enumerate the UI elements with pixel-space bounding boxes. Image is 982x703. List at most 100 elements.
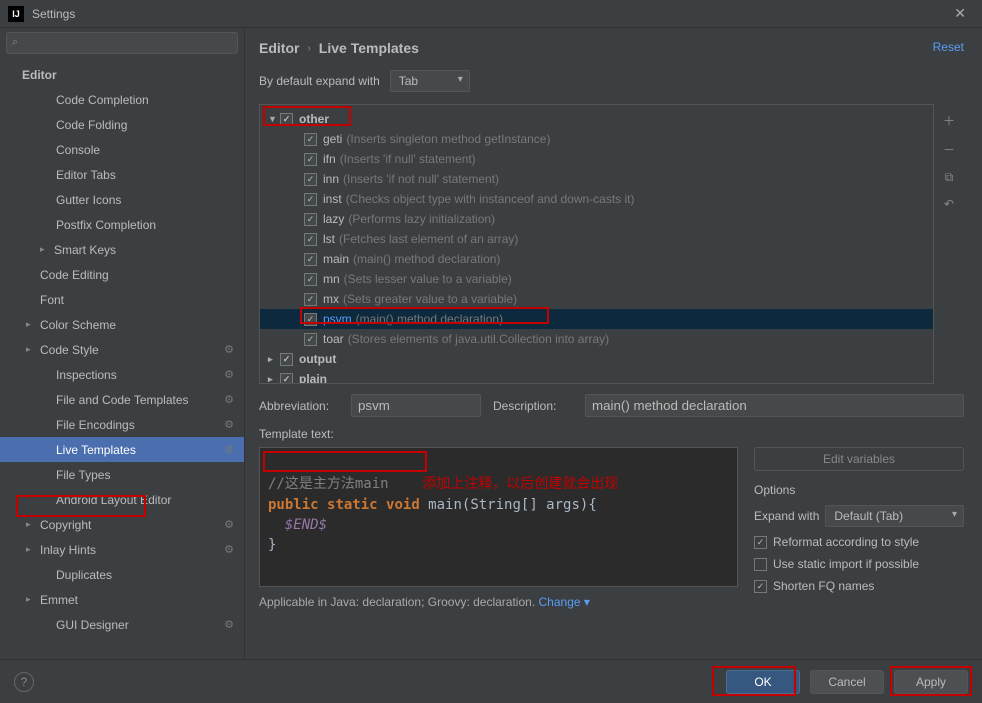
sidebar-item-inlay-hints[interactable]: ▸Inlay Hints⚙ [0, 537, 244, 562]
abbreviation-input[interactable] [351, 394, 481, 417]
template-mn[interactable]: ✓mn (Sets lesser value to a variable) [260, 269, 933, 289]
sidebar-item-code-style[interactable]: ▸Code Style⚙ [0, 337, 244, 362]
group-output[interactable]: ▸✓output [260, 349, 933, 369]
gear-icon: ⚙ [224, 618, 234, 631]
cancel-button[interactable]: Cancel [810, 670, 884, 694]
template-lazy[interactable]: ✓lazy (Performs lazy initialization) [260, 209, 933, 229]
dialog-footer: ? OK Cancel Apply [0, 659, 982, 703]
chevron-right-icon: › [307, 43, 310, 54]
sidebar-item-console[interactable]: Console [0, 137, 244, 162]
description-label: Description: [493, 399, 573, 413]
add-icon[interactable]: ＋ [943, 112, 955, 129]
checkbox-inst[interactable]: ✓ [304, 193, 317, 206]
expand-with-label: Expand with [754, 509, 819, 523]
sidebar-item-code-completion[interactable]: Code Completion [0, 87, 244, 112]
checkbox-reformat[interactable]: ✓ [754, 536, 767, 549]
chevron-right-icon: ▸ [26, 519, 36, 530]
expand-with-combo[interactable]: Default (Tab) [825, 505, 964, 527]
sidebar-item-code-editing[interactable]: Code Editing [0, 262, 244, 287]
change-link[interactable]: Change ▾ [539, 595, 590, 609]
description-input[interactable] [585, 394, 964, 417]
checkbox-geti[interactable]: ✓ [304, 133, 317, 146]
sidebar-item-android-layout-editor[interactable]: Android Layout Editor [0, 487, 244, 512]
sidebar-item-live-templates[interactable]: Live Templates⚙ [0, 437, 244, 462]
template-toar[interactable]: ✓toar (Stores elements of java.util.Coll… [260, 329, 933, 349]
ok-button[interactable]: OK [726, 670, 800, 694]
sidebar-item-file-encodings[interactable]: File Encodings⚙ [0, 412, 244, 437]
checkbox-toar[interactable]: ✓ [304, 333, 317, 346]
remove-icon[interactable]: － [943, 141, 955, 158]
checkbox-ifn[interactable]: ✓ [304, 153, 317, 166]
breadcrumb-editor[interactable]: Editor [259, 40, 299, 56]
checkbox-inn[interactable]: ✓ [304, 173, 317, 186]
sidebar-item-file-types[interactable]: File Types [0, 462, 244, 487]
gear-icon: ⚙ [224, 418, 234, 431]
expand-combo[interactable]: Tab [390, 70, 470, 92]
reset-link[interactable]: Reset [933, 40, 964, 54]
chevron-right-icon: ▸ [40, 244, 50, 255]
main-panel: Editor › Live Templates Reset By default… [245, 28, 982, 659]
expand-label: By default expand with [259, 74, 380, 88]
abbreviation-label: Abbreviation: [259, 399, 339, 413]
sidebar-item-editor-tabs[interactable]: Editor Tabs [0, 162, 244, 187]
template-mx[interactable]: ✓mx (Sets greater value to a variable) [260, 289, 933, 309]
settings-tree: Editor Code CompletionCode FoldingConsol… [0, 58, 244, 659]
gear-icon: ⚙ [224, 543, 234, 556]
gear-icon: ⚙ [224, 393, 234, 406]
checkbox-static-import[interactable] [754, 558, 767, 571]
sidebar-item-smart-keys[interactable]: ▸Smart Keys [0, 237, 244, 262]
sidebar-item-color-scheme[interactable]: ▸Color Scheme [0, 312, 244, 337]
sidebar-item-copyright[interactable]: ▸Copyright⚙ [0, 512, 244, 537]
checkbox-lazy[interactable]: ✓ [304, 213, 317, 226]
settings-sidebar: ⌕ Editor Code CompletionCode FoldingCons… [0, 28, 245, 659]
apply-button[interactable]: Apply [894, 670, 968, 694]
search-icon: ⌕ [12, 36, 18, 49]
checkbox-mx[interactable]: ✓ [304, 293, 317, 306]
template-main[interactable]: ✓main (main() method declaration) [260, 249, 933, 269]
template-inst[interactable]: ✓inst (Checks object type with instanceo… [260, 189, 933, 209]
group-other[interactable]: ▼ ✓ other [260, 109, 933, 129]
checkbox-main[interactable]: ✓ [304, 253, 317, 266]
undo-icon[interactable]: ↶ [944, 197, 954, 211]
template-lst[interactable]: ✓lst (Fetches last element of an array) [260, 229, 933, 249]
breadcrumb-live-templates: Live Templates [319, 40, 419, 56]
close-icon[interactable]: ✕ [946, 3, 974, 24]
checkbox-psvm[interactable]: ✓ [304, 313, 317, 326]
sidebar-item-file-and-code-templates[interactable]: File and Code Templates⚙ [0, 387, 244, 412]
template-geti[interactable]: ✓geti (Inserts singleton method getInsta… [260, 129, 933, 149]
checkbox-shorten[interactable]: ✓ [754, 580, 767, 593]
copy-icon[interactable]: ⧉ [945, 170, 954, 185]
applicable-context: Applicable in Java: declaration; Groovy:… [259, 595, 964, 609]
tree-root-editor[interactable]: Editor [0, 62, 244, 87]
checkbox-mn[interactable]: ✓ [304, 273, 317, 286]
gear-icon: ⚙ [224, 343, 234, 356]
window-title: Settings [32, 7, 75, 21]
template-psvm[interactable]: ✓psvm (main() method declaration) [260, 309, 933, 329]
sidebar-item-gui-designer[interactable]: GUI Designer⚙ [0, 612, 244, 637]
templates-tree[interactable]: ▼ ✓ other ✓geti (Inserts singleton metho… [259, 104, 934, 384]
search-input[interactable] [6, 32, 238, 54]
chevron-right-icon: ▸ [268, 354, 280, 365]
chevron-down-icon: ▼ [268, 114, 280, 124]
chevron-right-icon: ▸ [26, 319, 36, 330]
group-plain[interactable]: ▸✓plain [260, 369, 933, 384]
template-ifn[interactable]: ✓ifn (Inserts 'if null' statement) [260, 149, 933, 169]
edit-variables-button[interactable]: Edit variables [754, 447, 964, 471]
checkbox-lst[interactable]: ✓ [304, 233, 317, 246]
settings-search: ⌕ [0, 28, 244, 58]
sidebar-item-font[interactable]: Font [0, 287, 244, 312]
sidebar-item-inspections[interactable]: Inspections⚙ [0, 362, 244, 387]
sidebar-item-code-folding[interactable]: Code Folding [0, 112, 244, 137]
titlebar: IJ Settings ✕ [0, 0, 982, 28]
chevron-right-icon: ▸ [26, 594, 36, 605]
sidebar-item-emmet[interactable]: ▸Emmet [0, 587, 244, 612]
app-icon: IJ [8, 6, 24, 22]
help-button[interactable]: ? [14, 672, 34, 692]
breadcrumb: Editor › Live Templates [259, 40, 964, 56]
checkbox-other[interactable]: ✓ [280, 113, 293, 126]
template-inn[interactable]: ✓inn (Inserts 'if not null' statement) [260, 169, 933, 189]
sidebar-item-postfix-completion[interactable]: Postfix Completion [0, 212, 244, 237]
sidebar-item-gutter-icons[interactable]: Gutter Icons [0, 187, 244, 212]
sidebar-item-duplicates[interactable]: Duplicates [0, 562, 244, 587]
template-text-editor[interactable]: //这是主方法main 添加上注释，以后创建就会出现 public static… [259, 447, 738, 587]
